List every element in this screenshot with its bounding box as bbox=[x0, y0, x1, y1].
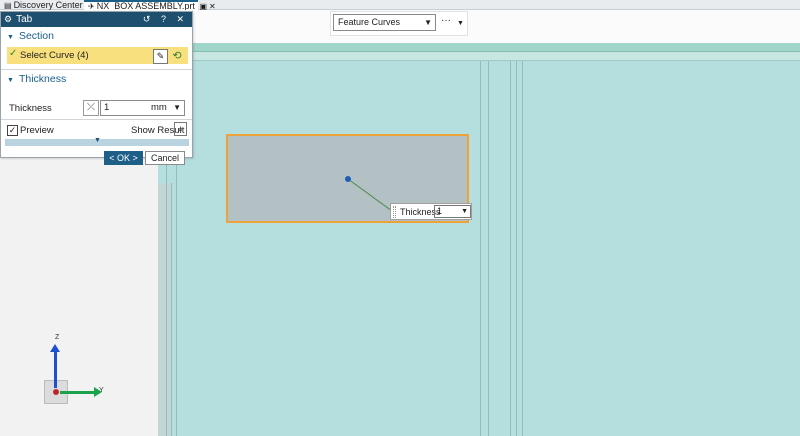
section-group-header[interactable]: ▼ Section bbox=[7, 30, 54, 42]
thickness-label: Thickness bbox=[9, 103, 52, 114]
dialog-controls[interactable]: ↺ ? ✕ bbox=[143, 12, 188, 27]
thickness-unit: mm bbox=[151, 102, 167, 113]
dialog-title: Tab bbox=[16, 14, 33, 25]
dialog-expander[interactable]: ▼ bbox=[5, 137, 189, 146]
reverse-direction-icon[interactable]: ⤫ bbox=[83, 100, 99, 116]
collapse-icon: ▼ bbox=[7, 34, 14, 41]
view-triad: Z Y bbox=[44, 334, 114, 404]
z-axis-icon bbox=[54, 350, 57, 388]
z-axis-label: Z bbox=[55, 334, 60, 341]
dialog-title-bar[interactable]: ⚙ Tab ↺ ? ✕ bbox=[1, 12, 192, 27]
drag-grip-icon[interactable] bbox=[393, 206, 396, 218]
preview-label: Preview bbox=[20, 125, 54, 136]
tab-label: Discovery Center bbox=[13, 0, 83, 10]
checkmark-icon: ✓ bbox=[9, 48, 18, 59]
thickness-handle[interactable] bbox=[345, 176, 351, 182]
preview-checkbox[interactable]: ✓ bbox=[7, 125, 18, 136]
onscreen-thickness-value: 1 bbox=[437, 206, 443, 216]
chevron-down-icon: ▼ bbox=[94, 137, 101, 144]
collapse-icon: ▼ bbox=[7, 77, 14, 84]
y-axis-icon bbox=[60, 391, 96, 394]
tab-nx-box-assembly[interactable]: ✈ NX_BOX ASSEMBLY.prt ▣ ✕ bbox=[84, 0, 216, 11]
chevron-down-icon: ▼ bbox=[173, 103, 181, 112]
curve-icon[interactable]: ⟲ bbox=[169, 49, 185, 64]
thickness-group-header[interactable]: ▼ Thickness bbox=[7, 73, 66, 85]
triad-origin bbox=[53, 389, 59, 395]
select-curve-label: Select Curve (4) bbox=[20, 50, 89, 61]
magnifier-icon[interactable]: ⌕ bbox=[174, 122, 187, 136]
tab-discovery-center[interactable]: ▤ Discovery Center bbox=[0, 0, 84, 10]
gear-icon[interactable]: ⚙ bbox=[4, 14, 12, 24]
cancel-button[interactable]: Cancel bbox=[145, 151, 185, 165]
section-group-label: Section bbox=[18, 30, 54, 42]
thickness-group-label: Thickness bbox=[18, 73, 67, 85]
onscreen-thickness-input: Thickness 1 ▼ bbox=[390, 203, 472, 220]
document-tab-bar: ▤ Discovery Center ✈ NX_BOX ASSEMBLY.prt ▣… bbox=[0, 0, 800, 11]
divider bbox=[1, 119, 192, 120]
divider bbox=[1, 69, 192, 70]
z-axis-arrowhead bbox=[50, 344, 60, 352]
thickness-field[interactable]: 1 mm ▼ bbox=[100, 100, 185, 116]
thickness-value: 1 bbox=[104, 102, 110, 113]
ok-button[interactable]: < OK > bbox=[104, 151, 143, 165]
onscreen-thickness-field[interactable]: 1 ▼ bbox=[434, 205, 471, 218]
tab-dialog: ⚙ Tab ↺ ? ✕ ▼ Section ✓ Select Curve (4) ✎… bbox=[0, 11, 193, 165]
y-axis-label: Y bbox=[99, 387, 104, 394]
sketch-section-icon[interactable]: ✎ bbox=[153, 49, 168, 64]
chevron-down-icon: ▼ bbox=[461, 208, 468, 215]
